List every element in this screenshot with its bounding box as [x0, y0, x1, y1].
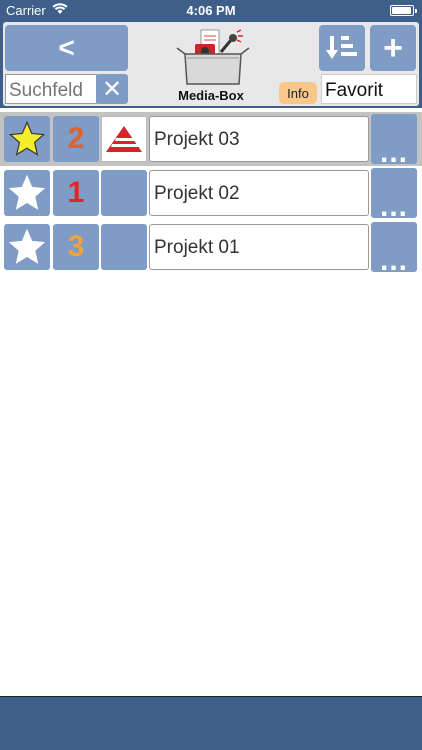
rank-badge[interactable]: 3	[53, 224, 99, 270]
info-button[interactable]: Info	[279, 82, 317, 104]
star-outline-icon	[8, 228, 46, 264]
project-logo-icon	[106, 126, 142, 152]
project-name[interactable]: Projekt 03	[149, 116, 369, 162]
more-button[interactable]: ...	[371, 168, 417, 222]
battery-icon	[390, 5, 417, 16]
project-name[interactable]: Projekt 02	[149, 170, 369, 216]
media-box-icon	[176, 29, 250, 85]
favorit-filter[interactable]: Favorit	[321, 74, 417, 104]
screen: Carrier 4:06 PM < ✕	[0, 0, 422, 750]
more-button[interactable]: ...	[371, 222, 417, 276]
project-thumbnail[interactable]	[101, 170, 147, 216]
back-button[interactable]: <	[5, 25, 128, 71]
bottom-toolbar	[0, 696, 422, 750]
more-button[interactable]: ...	[371, 114, 417, 168]
rank-badge[interactable]: 2	[53, 116, 99, 162]
list-item[interactable]: 1 Projekt 02 ...	[0, 166, 422, 222]
list-item[interactable]: 2 Projekt 03 ...	[0, 112, 422, 168]
rank-badge[interactable]: 1	[53, 170, 99, 216]
header-panel: < ✕ Media-	[3, 22, 419, 106]
project-thumbnail[interactable]	[101, 224, 147, 270]
search-input[interactable]	[5, 74, 97, 104]
favorite-toggle[interactable]	[4, 116, 50, 162]
add-project-button[interactable]: +	[370, 25, 416, 71]
project-thumbnail[interactable]	[101, 116, 147, 162]
favorite-toggle[interactable]	[4, 170, 50, 216]
close-icon: ✕	[101, 75, 123, 103]
star-filled-icon	[8, 120, 46, 156]
status-time: 4:06 PM	[186, 3, 236, 18]
favorite-toggle[interactable]	[4, 224, 50, 270]
app-title: Media-Box	[178, 88, 244, 103]
list-item[interactable]: 3 Projekt 01 ...	[0, 220, 422, 276]
sort-icon	[326, 36, 357, 59]
sort-button[interactable]	[319, 25, 365, 71]
media-box-logo	[173, 24, 253, 86]
project-name[interactable]: Projekt 01	[149, 224, 369, 270]
clear-search-button[interactable]: ✕	[96, 74, 128, 104]
status-bar: Carrier 4:06 PM	[0, 0, 422, 20]
header: < ✕ Media-	[0, 20, 422, 108]
star-outline-icon	[8, 174, 46, 210]
